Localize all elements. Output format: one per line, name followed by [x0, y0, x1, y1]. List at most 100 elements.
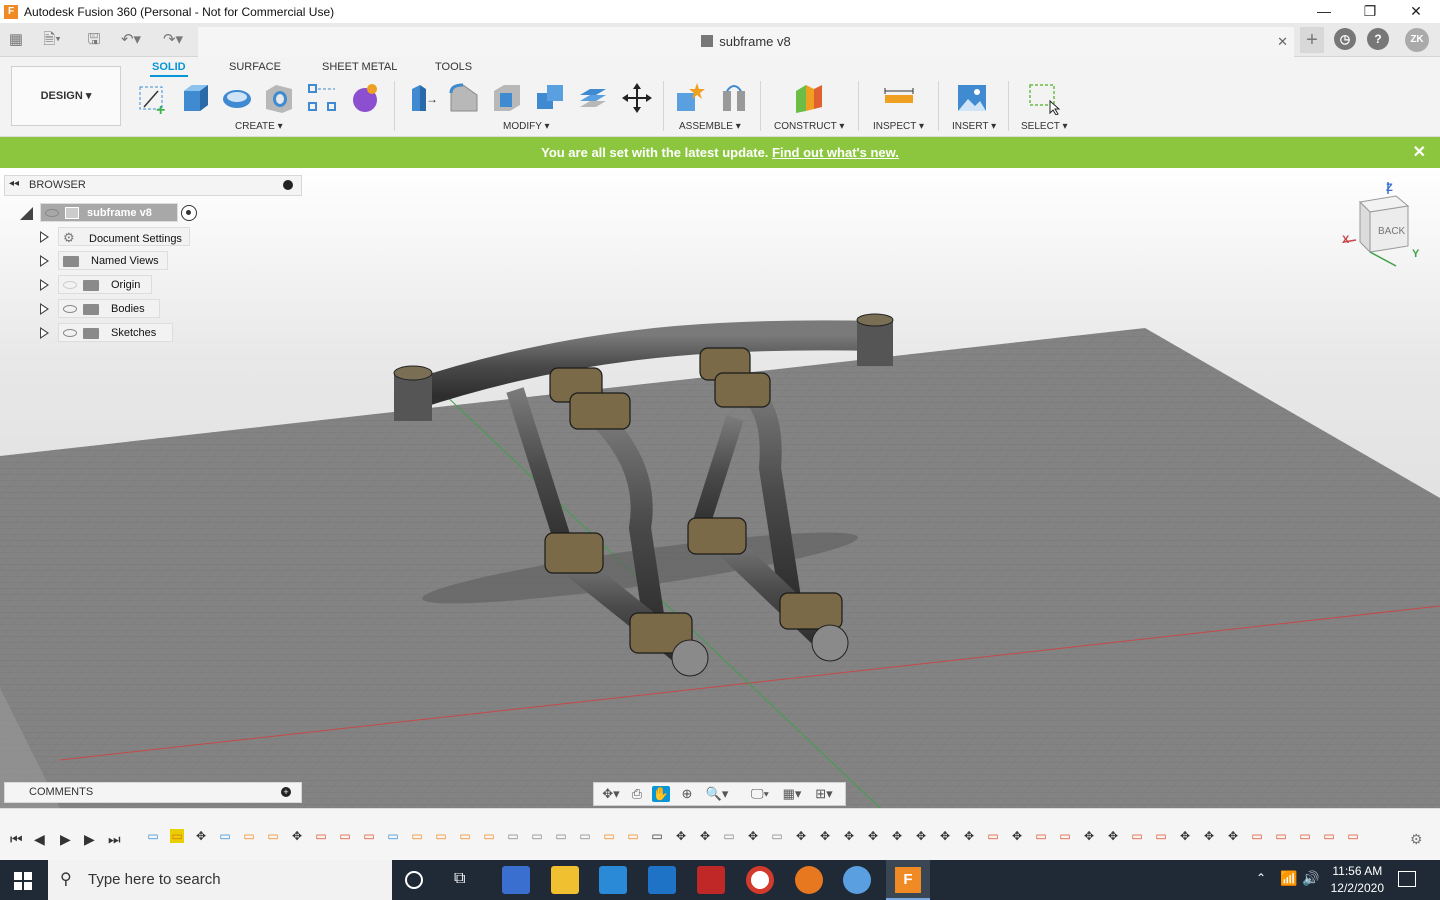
timeline-feature-icon[interactable]: ▭	[1130, 829, 1144, 843]
timeline-feature-icon[interactable]: ✥	[194, 829, 208, 843]
view-cube-face-label[interactable]: BACK	[1378, 226, 1405, 237]
document-tab[interactable]: subframe v8 ✕	[198, 27, 1294, 57]
expand-document-settings-icon[interactable]	[40, 231, 49, 243]
hidden-eye-icon[interactable]	[63, 281, 77, 290]
inspect-group-label[interactable]: INSPECT ▾	[873, 121, 924, 132]
timeline-feature-icon[interactable]: ▭	[434, 829, 448, 843]
move-icon[interactable]	[620, 81, 654, 115]
offset-face-icon[interactable]	[576, 81, 610, 115]
assemble-group-label[interactable]: ASSEMBLE ▾	[679, 121, 741, 132]
tab-tools[interactable]: TOOLS	[433, 59, 474, 77]
pattern-icon[interactable]	[305, 81, 339, 115]
system-clock[interactable]: 11:56 AM 12/2/2020	[1331, 863, 1384, 897]
hole-icon[interactable]	[262, 81, 296, 115]
timeline-feature-icon[interactable]: ✥	[866, 829, 880, 843]
revolve-icon[interactable]	[220, 81, 254, 115]
taskbar-mail-icon[interactable]	[648, 866, 676, 894]
construct-group-label[interactable]: CONSTRUCT ▾	[774, 121, 844, 132]
activate-radio-icon[interactable]	[181, 205, 197, 221]
notifications-icon[interactable]	[1398, 871, 1416, 887]
timeline-feature-icon[interactable]: ✥	[1082, 829, 1096, 843]
timeline-feature-icon[interactable]: ▭	[146, 829, 160, 843]
tab-sheet-metal[interactable]: SHEET METAL	[320, 59, 399, 77]
timeline-feature-icon[interactable]: ✥	[1226, 829, 1240, 843]
minimize-button[interactable]: —	[1301, 0, 1347, 23]
taskbar-blender-icon[interactable]	[795, 866, 823, 894]
tab-solid[interactable]: SOLID	[150, 59, 188, 77]
timeline-feature-icon[interactable]: ▭	[386, 829, 400, 843]
visibility-eye-icon[interactable]	[63, 329, 77, 338]
create-sketch-icon[interactable]: +	[136, 81, 170, 119]
display-settings-icon[interactable]: 🖵▾	[746, 786, 774, 802]
collapse-root-icon[interactable]	[20, 207, 33, 220]
new-component-icon[interactable]	[673, 81, 707, 115]
timeline-feature-icon[interactable]: ▭	[1298, 829, 1312, 843]
expand-named-views-icon[interactable]	[40, 255, 49, 267]
taskbar-store-icon[interactable]	[599, 866, 627, 894]
timeline-settings-gear-icon[interactable]: ⚙	[1410, 831, 1423, 848]
extrude-icon[interactable]	[178, 81, 212, 115]
timeline-feature-icon[interactable]: ✥	[914, 829, 928, 843]
timeline-feature-icon[interactable]: ▭	[1034, 829, 1048, 843]
timeline-feature-icon[interactable]: ▭	[482, 829, 496, 843]
taskbar-app-discord-icon[interactable]	[502, 866, 530, 894]
viewports-icon[interactable]: ⊞▾	[810, 786, 838, 802]
timeline-feature-icon[interactable]: ✥	[746, 829, 760, 843]
taskbar-fusion360-icon[interactable]: F	[886, 860, 930, 900]
user-avatar[interactable]: ZK	[1405, 28, 1429, 52]
expand-origin-icon[interactable]	[40, 279, 49, 291]
create-form-icon[interactable]	[348, 81, 382, 115]
joint-icon[interactable]	[717, 81, 751, 115]
timeline-feature-icon[interactable]: ▭	[1058, 829, 1072, 843]
taskbar-app-globe-icon[interactable]	[843, 866, 871, 894]
timeline-feature-icon[interactable]: ✥	[1178, 829, 1192, 843]
workspace-switcher[interactable]: DESIGN ▾	[11, 66, 121, 126]
timeline-feature-icon[interactable]: ✥	[290, 829, 304, 843]
timeline-feature-icon[interactable]: ▭	[578, 829, 592, 843]
close-tab-icon[interactable]: ✕	[1277, 27, 1288, 57]
timeline-feature-icon[interactable]: ✥	[1202, 829, 1216, 843]
select-group-label[interactable]: SELECT ▾	[1021, 121, 1068, 132]
redo-icon[interactable]: ↷▾	[158, 30, 188, 50]
collapse-panel-icon[interactable]: ◂◂	[9, 178, 19, 189]
close-window-button[interactable]: ✕	[1393, 0, 1439, 23]
tab-surface[interactable]: SURFACE	[227, 59, 283, 77]
wifi-icon[interactable]: 📶	[1280, 870, 1297, 887]
cortana-icon[interactable]	[405, 871, 423, 889]
timeline-feature-icon[interactable]: ✥	[842, 829, 856, 843]
timeline-feature-icon[interactable]: ▭	[1154, 829, 1168, 843]
expand-bodies-icon[interactable]	[40, 303, 49, 315]
timeline-feature-icon[interactable]: ▭	[770, 829, 784, 843]
timeline-feature-icon[interactable]: ▭	[1250, 829, 1264, 843]
timeline-feature-icon[interactable]: ✥	[962, 829, 976, 843]
timeline-feature-icon[interactable]: ▭	[242, 829, 256, 843]
add-comment-icon[interactable]: +	[281, 787, 291, 797]
step-forward-icon[interactable]: ▶	[84, 831, 95, 848]
timeline-feature-icon[interactable]: ✥	[818, 829, 832, 843]
job-status-icon[interactable]: ◷	[1334, 28, 1356, 50]
help-icon[interactable]: ?	[1367, 28, 1389, 50]
save-icon[interactable]: 🖫	[84, 30, 104, 50]
timeline-feature-icon[interactable]: ✥	[1106, 829, 1120, 843]
timeline-feature-icon[interactable]: ▭	[650, 829, 664, 843]
go-to-start-icon[interactable]: ⏮	[10, 831, 23, 848]
fillet-icon[interactable]	[447, 81, 481, 115]
taskbar-search[interactable]: ⚲ Type here to search	[48, 860, 392, 900]
offset-plane-icon[interactable]	[792, 81, 826, 115]
timeline-feature-icon[interactable]: ▭	[338, 829, 352, 843]
timeline-feature-icon[interactable]: ▭	[530, 829, 544, 843]
timeline-feature-icon[interactable]: ✥	[794, 829, 808, 843]
timeline-feature-icon[interactable]: ▭	[506, 829, 520, 843]
browser-minimize-icon[interactable]	[283, 180, 293, 190]
timeline-feature-icon[interactable]: ▭	[458, 829, 472, 843]
measure-icon[interactable]	[882, 81, 916, 115]
window-select-icon[interactable]	[1026, 81, 1061, 116]
visibility-eye-icon[interactable]	[45, 209, 59, 218]
timeline-feature-icon[interactable]: ✥	[938, 829, 952, 843]
browser-item-document-settings[interactable]: ⚙ Document Settings	[58, 227, 190, 246]
orbit-icon[interactable]: ✥▾	[598, 786, 624, 802]
pan-hand-icon[interactable]: ✋	[652, 786, 670, 802]
timeline-feature-icon[interactable]: ▭	[218, 829, 232, 843]
step-back-icon[interactable]: ◀	[34, 831, 45, 848]
windows-start-icon[interactable]	[14, 872, 32, 890]
